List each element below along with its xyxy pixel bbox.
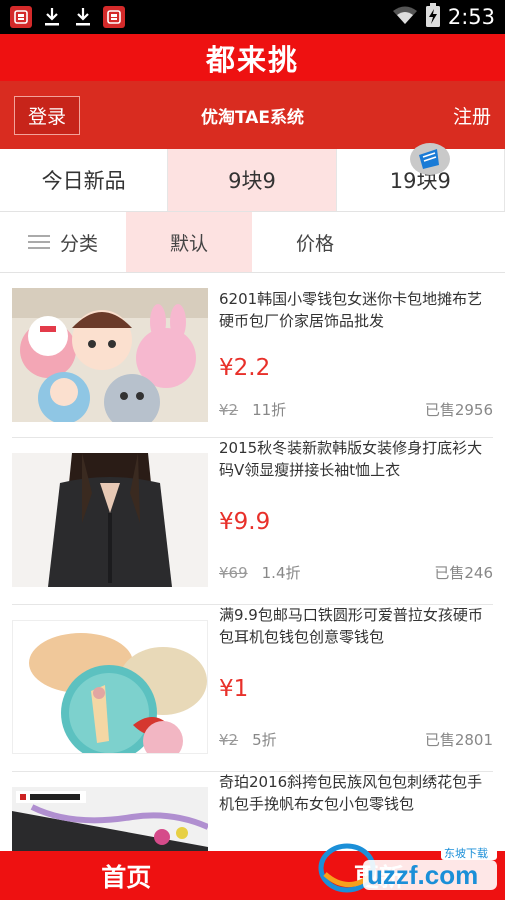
sort-bar: 分类 默认 价格 [0,212,505,273]
product-list: 6201韩国小零钱包女迷你卡包地摊布艺硬币包厂价家居饰品批发 ¥2.2 ¥2 1… [0,273,505,900]
product-title: 奇珀2016斜挎包民族风包包刺绣花包手机包手挽帆布女包小包零钱包 [219,773,483,813]
home-tab[interactable]: 首页 [0,851,253,900]
sort-default[interactable]: 默认 [126,212,252,272]
product-title: 满9.9包邮马口铁圆形可爱普拉女孩硬币包耳机包钱包创意零钱包 [219,606,483,646]
product-image [12,453,208,587]
product-title: 6201韩国小零钱包女迷你卡包地摊布艺硬币包厂价家居饰品批发 [219,290,483,330]
nav-bar: 登录 优淘TAE系统 注册 [0,81,505,149]
product-price: ¥2.2 [219,355,271,381]
product-title: 2015秋冬装新款韩版女装修身打底衫大码V领显瘦拼接长袖t恤上衣 [219,439,483,479]
product-image [12,620,208,754]
original-price: ¥2 [219,400,239,419]
login-button[interactable]: 登录 [14,95,81,135]
product-image [12,288,208,422]
sort-price-label: 价格 [295,232,334,255]
download-icon [41,6,63,28]
product-price: ¥9.9 [219,509,271,535]
sold-count: 已售2956 [424,401,493,419]
battery-charging-icon [425,3,440,31]
product-meta: ¥2 5折 已售2801 [219,729,493,750]
sort-default-label: 默认 [169,232,208,255]
clock: 2:53 [447,5,495,29]
product-meta: ¥69 1.4折 已售246 [219,562,493,583]
product-item[interactable]: 2015秋冬装新款韩版女装修身打底衫大码V领显瘦拼接长袖t恤上衣 ¥9.9 ¥6… [12,438,493,605]
product-item[interactable]: 6201韩国小零钱包女迷你卡包地摊布艺硬币包厂价家居饰品批发 ¥2.2 ¥2 1… [12,287,493,438]
download-icon [72,6,94,28]
site-watermark: uzzf.com 东坡下载 [317,834,501,896]
sold-count: 已售246 [434,564,493,582]
status-bar: 2:53 [0,0,505,34]
wifi-icon [392,5,418,29]
app-badge-icon [10,6,32,28]
original-price: ¥69 [219,563,248,582]
floating-badge-icon [409,143,451,175]
list-icon [27,235,50,249]
app-badge-icon [103,6,125,28]
product-item[interactable]: 满9.9包邮马口铁圆形可爱普拉女孩硬币包耳机包钱包创意零钱包 ¥1 ¥2 5折 … [12,605,493,772]
sort-price[interactable]: 价格 [252,212,378,272]
app-title: 都来挑 [0,34,505,81]
category-tabs: 今日新品 9块9 19块9 [0,143,505,212]
sold-count: 已售2801 [424,731,493,749]
watermark-tagline: 东坡下载 [444,847,488,860]
original-price: ¥2 [219,730,239,749]
sort-category[interactable]: 分类 [0,212,126,272]
register-button[interactable]: 注册 [453,102,491,129]
watermark-text: uzzf.com [367,860,478,890]
discount-label: 1.4折 [261,564,301,582]
discount-label: 11折 [252,401,287,419]
product-meta: ¥2 11折 已售2956 [219,399,493,420]
product-price: ¥1 [219,676,249,702]
tab-9-9[interactable]: 9块9 [168,149,337,211]
discount-label: 5折 [252,731,277,749]
tab-new-today[interactable]: 今日新品 [0,149,169,211]
sort-category-label: 分类 [59,232,98,255]
